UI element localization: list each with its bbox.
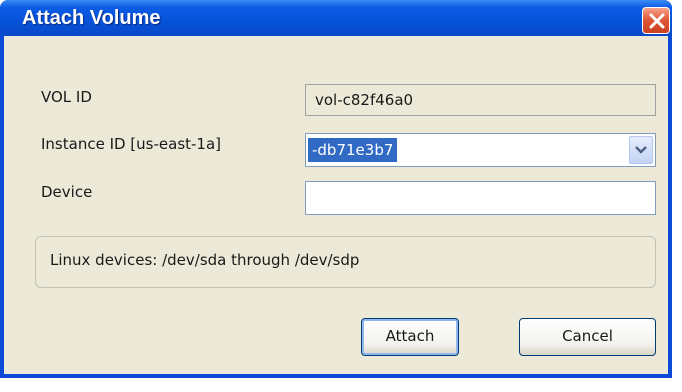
vol-id-label: VOL ID [41,88,92,106]
dropdown-button[interactable] [629,136,653,164]
dialog-title: Attach Volume [22,7,161,29]
linux-devices-hint: Linux devices: /dev/sda through /dev/sdp [50,251,360,269]
instance-id-label: Instance ID [us-east-1a] [41,135,222,153]
instance-id-select[interactable]: -db71e3b7 [305,133,656,167]
info-panel: Linux devices: /dev/sda through /dev/sdp [35,236,656,288]
cancel-button[interactable]: Cancel [519,318,656,356]
title-bar[interactable]: Attach Volume [0,0,672,36]
device-label: Device [41,183,93,201]
device-input[interactable] [305,181,656,215]
vol-id-field: vol-c82f46a0 [305,84,656,116]
attach-volume-dialog: Attach Volume VOL ID vol-c82f46a0 Instan… [0,0,672,378]
instance-id-selected-value: -db71e3b7 [308,138,398,162]
close-button[interactable] [642,7,670,34]
close-icon [649,13,665,29]
attach-button[interactable]: Attach [361,318,459,356]
chevron-down-icon [635,146,647,154]
dialog-body: VOL ID vol-c82f46a0 Instance ID [us-east… [4,36,668,374]
